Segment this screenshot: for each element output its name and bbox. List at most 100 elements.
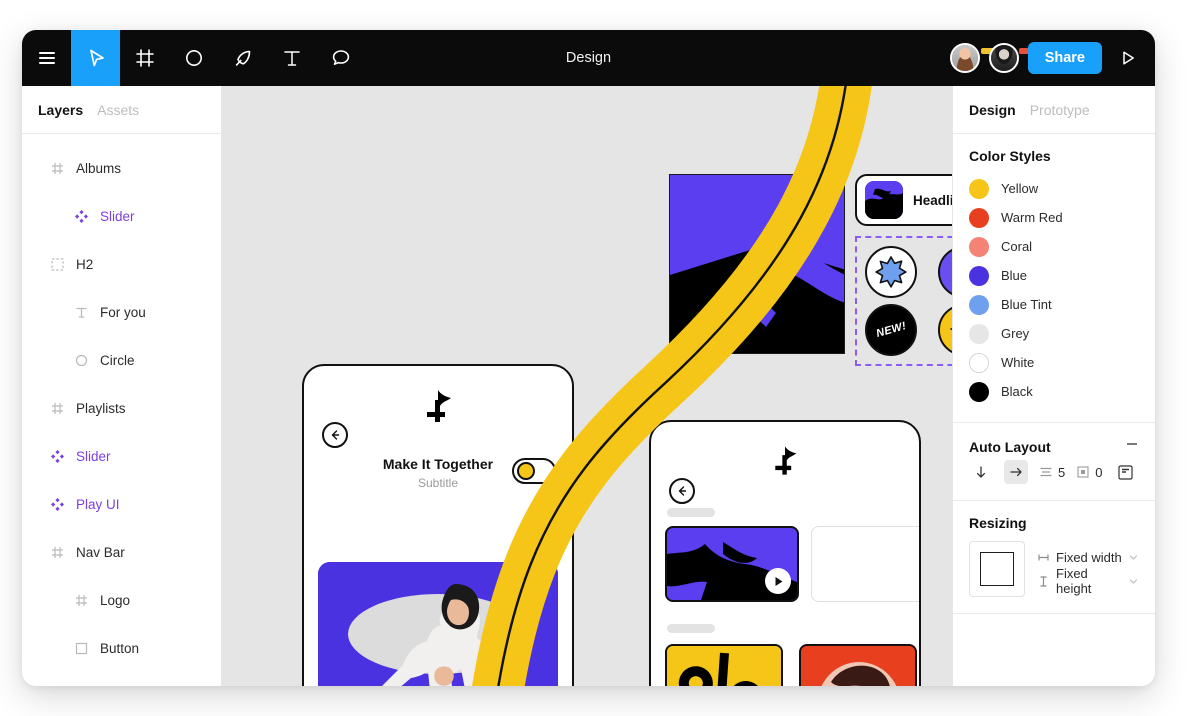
color-label: Blue [1001,268,1028,283]
auto-layout-title: Auto Layout [969,438,1051,455]
phone-mockup-two[interactable] [649,420,921,686]
text-tool-icon[interactable] [267,30,316,86]
layer-row-for-you[interactable]: For you [22,288,221,336]
burst-sticker[interactable] [865,246,917,298]
layer-label: Slider [76,448,111,464]
layer-row-slider[interactable]: Slider [22,192,221,240]
headline-card[interactable]: Headline [855,174,952,226]
layer-label: Nav Bar [76,544,125,560]
group-icon [50,257,64,271]
portrait-card[interactable] [799,644,917,686]
color-style-coral[interactable]: Coral [969,232,1139,261]
resizing-title: Resizing [969,515,1027,531]
tab-layers[interactable]: Layers [38,102,83,118]
resize-preview-inner [980,552,1014,586]
video-card[interactable] [665,526,799,602]
comment-tool-icon[interactable] [316,30,365,86]
layer-row-button[interactable]: Button [22,624,221,672]
layer-row-h2[interactable]: H2 [22,240,221,288]
skeleton-label-1 [667,508,715,517]
layer-row-playlists[interactable]: Playlists [22,384,221,432]
spacing-field[interactable]: 5 [1039,465,1065,480]
layer-row-play-ui[interactable]: Play UI [22,480,221,528]
ellipse-tool-icon[interactable] [169,30,218,86]
sparkle-sticker[interactable] [938,304,952,356]
phone-toggle-switch[interactable] [512,458,556,484]
tab-prototype[interactable]: Prototype [1030,102,1090,118]
phone-mockup-one[interactable]: Make It Together Subtitle [302,364,574,686]
fixed-height-option[interactable]: Fixed height [1037,566,1139,596]
play-icon [775,576,782,586]
share-button[interactable]: Share [1027,42,1102,74]
frame-tool-icon[interactable] [120,30,169,86]
layer-label: Logo [100,592,131,608]
auto-layout-section: Auto Layout 5 0 [953,423,1155,501]
avatar-collaborator-2[interactable] [988,43,1019,73]
empty-card[interactable] [811,526,919,602]
layer-row-circle[interactable]: Circle [22,336,221,384]
collapse-minus-icon[interactable] [1125,437,1139,456]
color-style-warm-red[interactable]: Warm Red [969,203,1139,232]
rewind-sticker[interactable] [938,246,952,298]
layer-label: Play UI [76,496,120,512]
frame-icon [50,401,64,415]
chevron-down-icon [1128,552,1139,563]
color-style-blue-tint[interactable]: Blue Tint [969,290,1139,319]
layer-label: H2 [76,256,94,272]
left-panel-tabs: Layers Assets [22,86,221,134]
play-button[interactable] [765,568,791,594]
layer-row-nav-bar[interactable]: Nav Bar [22,528,221,576]
new-sticker-label: NEW! [874,320,908,340]
color-styles-title: Color Styles [969,148,1051,164]
color-style-black[interactable]: Black [969,377,1139,406]
layer-row-albums[interactable]: Albums [22,144,221,192]
arrow-left-icon [331,430,340,440]
tab-design[interactable]: Design [969,102,1016,118]
layer-label: Circle [100,352,135,368]
auto-layout-header: Auto Layout [969,437,1139,456]
artboard-abstract[interactable] [669,174,845,354]
padding-field[interactable]: 0 [1076,465,1102,480]
color-style-white[interactable]: White [969,348,1139,377]
color-style-yellow[interactable]: Yellow [969,174,1139,203]
auto-layout-controls: 5 0 [969,460,1139,484]
pen-tool-icon[interactable] [218,30,267,86]
direction-horizontal-icon[interactable] [1004,460,1028,484]
new-sticker[interactable]: NEW! [865,304,917,356]
color-style-grey[interactable]: Grey [969,319,1139,348]
headline-label: Headline [913,192,952,208]
alignment-icon[interactable] [1113,460,1137,484]
arrow-left-icon [678,486,687,496]
avatar-collaborator-1[interactable] [949,43,980,73]
fixed-width-label: Fixed width [1056,549,1122,565]
layers-panel: Layers Assets Albums Slider H2 For you C… [22,86,222,686]
direction-vertical-icon[interactable] [969,460,993,484]
menu-icon[interactable] [22,30,71,86]
frame-icon [50,545,64,559]
color-swatch [969,323,989,344]
avatar-image [990,45,1017,71]
rectangle-icon [74,641,88,655]
back-button[interactable] [669,478,695,504]
color-style-blue[interactable]: Blue [969,261,1139,290]
layer-list: Albums Slider H2 For you Circle Playlist… [22,134,221,672]
layer-row-logo[interactable]: Logo [22,576,221,624]
present-play-icon[interactable] [1111,30,1145,86]
resize-preview-box[interactable] [969,541,1025,597]
padding-icon [1076,465,1090,479]
color-label: Coral [1001,239,1033,254]
layer-row-slider-2[interactable]: Slider [22,432,221,480]
move-tool-icon[interactable] [71,30,120,86]
design-canvas[interactable]: Headline NEW! [222,86,952,686]
right-panel-tabs: Design Prototype [953,86,1155,134]
resizing-body: Fixed width Fixed height [969,541,1139,597]
color-swatch [969,294,989,315]
abstract-artwork [670,175,844,353]
sticker-selection-group[interactable]: NEW! [855,236,952,366]
frame-icon [50,161,64,175]
percent-card[interactable] [665,644,783,686]
properties-panel: Design Prototype Color Styles Yellow War… [952,86,1155,686]
back-button[interactable] [322,422,348,448]
tab-assets[interactable]: Assets [97,102,139,118]
chevron-down-icon [1128,576,1139,587]
